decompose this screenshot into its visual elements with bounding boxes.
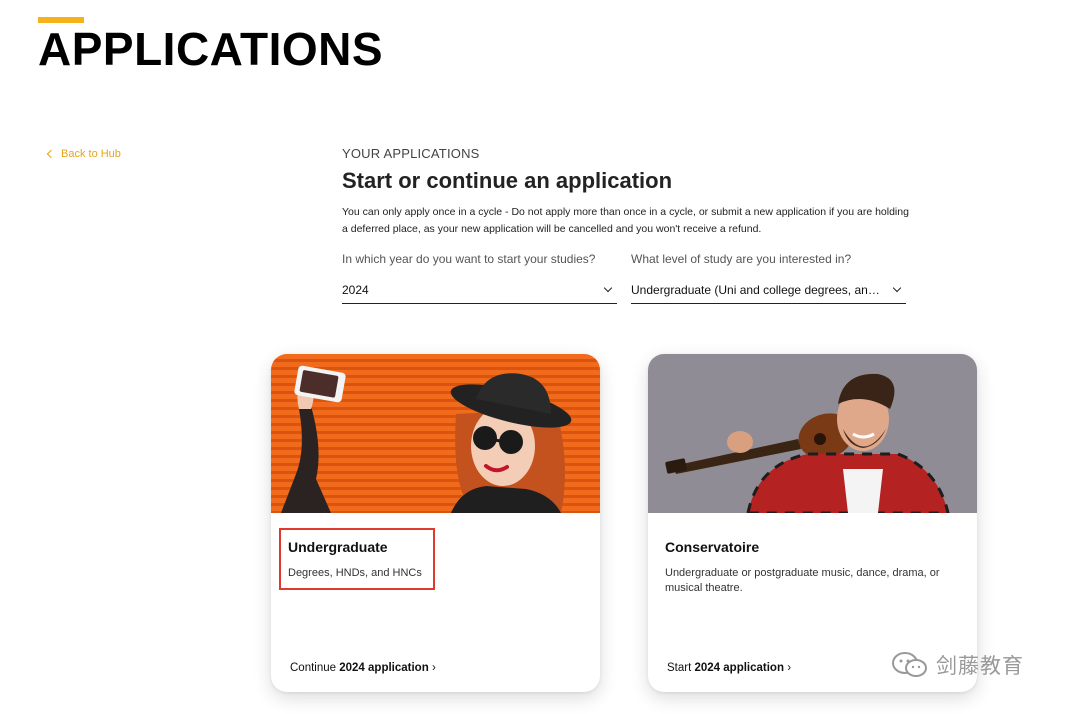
cta-prefix: Start	[667, 662, 692, 674]
chevron-left-icon	[46, 149, 56, 159]
wechat-icon	[892, 652, 927, 677]
section-eyebrow: YOUR APPLICATIONS	[342, 146, 480, 161]
page-title: APPLICATIONS	[38, 23, 384, 75]
level-field-label: What level of study are you interested i…	[631, 252, 852, 266]
section-heading: Start or continue an application	[342, 168, 673, 193]
card-title: Conservatoire	[665, 539, 760, 555]
back-to-hub-label: Back to Hub	[61, 148, 121, 160]
level-select-value: Undergraduate (Uni and college degrees, …	[631, 282, 881, 297]
watermark: 剑藤教育	[890, 650, 1024, 680]
card-title: Undergraduate	[288, 539, 388, 555]
conservatoire-card-image	[648, 354, 977, 513]
application-notice: You can only apply once in a cycle - Do …	[342, 206, 909, 235]
year-select-value: 2024	[342, 282, 369, 297]
year-field-label: In which year do you want to start your …	[342, 252, 596, 266]
cta-arrow: ›	[787, 662, 792, 674]
year-select[interactable]: 2024	[342, 276, 617, 304]
back-to-hub-link[interactable]: Back to Hub	[46, 148, 121, 160]
cta-arrow: ›	[431, 662, 436, 674]
cta-bold: 2024 application	[339, 662, 429, 674]
watermark-text: 剑藤教育	[936, 655, 1024, 678]
undergraduate-card[interactable]: Undergraduate Degrees, HNDs, and HNCs Co…	[271, 354, 600, 692]
cta-prefix: Continue	[290, 662, 337, 674]
start-application-link[interactable]: Start 2024 application ›	[667, 662, 791, 674]
chevron-down-icon	[603, 283, 613, 292]
card-description: Degrees, HNDs, and HNCs	[288, 567, 422, 579]
card-description: Undergraduate or postgraduate music, dan…	[665, 567, 940, 594]
conservatoire-card[interactable]: Conservatoire Undergraduate or postgradu…	[648, 354, 977, 692]
cta-bold: 2024 application	[694, 662, 784, 674]
level-select[interactable]: Undergraduate (Uni and college degrees, …	[631, 276, 906, 304]
undergraduate-card-image	[271, 354, 600, 513]
chevron-down-icon	[892, 283, 902, 292]
continue-application-link[interactable]: Continue 2024 application ›	[290, 662, 436, 674]
